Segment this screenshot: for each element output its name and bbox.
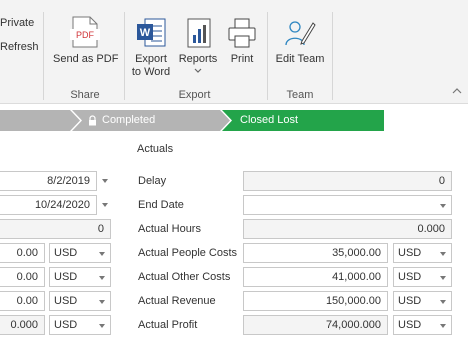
date-picker-button[interactable] — [100, 171, 111, 191]
currency-value: USD — [54, 319, 78, 331]
left-amount-field[interactable]: 0.00 — [0, 267, 45, 287]
export-to-word-button[interactable]: W Export to Word — [129, 14, 173, 80]
currency-value: USD — [398, 271, 422, 283]
due-date-field[interactable]: 10/24/2020 — [0, 195, 97, 215]
actual-other-costs-field[interactable]: 41,000.00 — [243, 267, 388, 287]
actual-hours-value: 0.000 — [417, 223, 445, 235]
svg-text:W: W — [140, 27, 151, 39]
currency-select[interactable]: USD — [393, 243, 452, 263]
delay-value: 0 — [438, 175, 445, 187]
actual-revenue-field[interactable]: 150,000.00 — [243, 291, 388, 311]
stage-previous[interactable] — [0, 110, 80, 131]
actual-people-costs-field[interactable]: 35,000.00 — [243, 243, 388, 263]
reports-label: Reports — [178, 53, 218, 65]
currency-select[interactable]: USD — [49, 291, 111, 311]
date-picker-button[interactable] — [100, 195, 111, 215]
left-number-field: 0 — [0, 219, 111, 239]
left-number-value: 0 — [97, 223, 104, 235]
currency-value: USD — [54, 295, 78, 307]
actual-revenue-label: Actual Revenue — [138, 295, 216, 307]
left-amount-field[interactable]: 0.00 — [0, 243, 45, 263]
chevron-down-icon — [194, 68, 202, 73]
print-button[interactable]: Print — [224, 14, 260, 70]
reports-button[interactable]: Reports — [176, 14, 220, 78]
currency-select[interactable]: USD — [49, 243, 111, 263]
currency-select[interactable]: USD — [49, 315, 111, 335]
actuals-section-title: Actuals — [137, 143, 174, 155]
actual-people-costs-value: 35,000.00 — [332, 247, 381, 259]
group-label-export: Export — [178, 89, 211, 101]
left-amount-value: 0.00 — [16, 247, 38, 259]
edit-team-button[interactable]: Edit Team — [272, 14, 328, 70]
left-amount-field: 0.000 — [0, 315, 45, 335]
delay-field: 0 — [243, 171, 452, 191]
actual-people-costs-label: Actual People Costs — [138, 247, 238, 259]
actual-hours-label: Actual Hours — [138, 223, 201, 235]
ribbon-separator — [43, 12, 44, 100]
start-date-field[interactable]: 8/2/2019 — [0, 171, 97, 191]
currency-value: USD — [398, 247, 422, 259]
ribbon-separator — [267, 12, 268, 100]
currency-select[interactable]: USD — [393, 291, 452, 311]
group-label-share: Share — [70, 89, 100, 101]
currency-value: USD — [398, 295, 422, 307]
group-label-team: Team — [286, 89, 314, 101]
left-amount-value: 0.00 — [16, 295, 38, 307]
send-as-pdf-label: Send as PDF — [53, 53, 119, 65]
print-label: Print — [230, 53, 254, 65]
left-amount-value: 0.000 — [10, 319, 38, 331]
end-date-label: End Date — [138, 199, 184, 211]
currency-select[interactable]: USD — [49, 267, 111, 287]
currency-value: USD — [54, 271, 78, 283]
stage-completed-label: Completed — [102, 114, 156, 126]
pdf-icon-text: PDF — [76, 30, 95, 40]
edit-team-icon — [285, 21, 316, 46]
actual-hours-field: 0.000 — [243, 219, 452, 239]
private-button[interactable]: Private — [0, 17, 34, 30]
ribbon-separator — [124, 12, 125, 100]
ribbon-separator — [332, 12, 333, 100]
pdf-icon: PDF — [70, 16, 100, 48]
currency-value: USD — [398, 319, 422, 331]
end-date-field[interactable] — [243, 195, 452, 215]
currency-select[interactable]: USD — [393, 315, 452, 335]
date-picker-icon[interactable] — [440, 204, 446, 208]
actual-profit-value: 74,000.000 — [325, 319, 381, 331]
lock-icon — [89, 115, 96, 126]
currency-value: USD — [54, 247, 78, 259]
start-date-value: 8/2/2019 — [47, 175, 90, 187]
actual-revenue-value: 150,000.00 — [325, 295, 381, 307]
export-word-label-line2: to Word — [131, 66, 171, 78]
send-as-pdf-button[interactable]: PDF Send as PDF — [53, 14, 119, 70]
printer-icon — [228, 18, 256, 48]
stage-bar — [0, 110, 384, 131]
delay-label: Delay — [138, 175, 167, 187]
left-amount-value: 0.00 — [16, 271, 38, 283]
left-amount-field[interactable]: 0.00 — [0, 291, 45, 311]
actual-other-costs-label: Actual Other Costs — [138, 271, 231, 283]
actual-profit-field: 74,000.000 — [243, 315, 388, 335]
export-word-label-line1: Export — [135, 53, 167, 65]
word-icon: W — [137, 18, 166, 47]
refresh-button[interactable]: Refresh — [0, 41, 39, 54]
collapse-ribbon-icon[interactable] — [452, 86, 462, 96]
due-date-value: 10/24/2020 — [34, 199, 90, 211]
actual-other-costs-value: 41,000.00 — [332, 271, 381, 283]
currency-select[interactable]: USD — [393, 267, 452, 287]
edit-team-label: Edit Team — [275, 53, 325, 65]
stage-closed-lost-label: Closed Lost — [240, 114, 299, 126]
actual-profit-label: Actual Profit — [138, 319, 198, 331]
reports-icon — [187, 18, 211, 48]
